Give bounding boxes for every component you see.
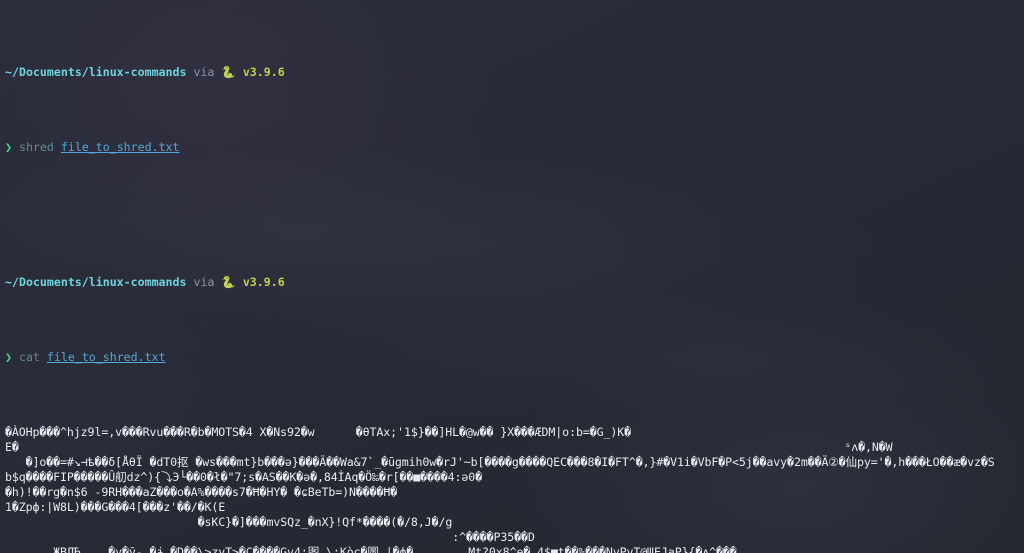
binary-output-line: E� ˢʌ�,N�W <box>5 440 1024 455</box>
python-version-badge: v3.9.6 <box>243 275 285 289</box>
binary-output-line: �sKC}�]���mvSQz_�nX}!Qf*����(�/8,J�/g <box>5 515 1024 530</box>
python-snake-icon: 🐍 <box>221 275 235 289</box>
command-name-shred: shred <box>19 140 54 154</box>
binary-output-line: 1�Zpф:|W8L)���G���4[���z'��/�K(E <box>5 500 1024 515</box>
binary-output-line: �ÀOHp���^hjz9l=,v���Rvu���R�b�MOTS�␳4 X�… <box>5 425 1024 440</box>
terminal-window[interactable]: ~/Documents/linux-commands via 🐍 v3.9.6 … <box>0 0 1024 553</box>
prompt-path: ~/Documents/linux-commands <box>5 65 186 79</box>
terminal-screen: ~/Documents/linux-commands via 🐍 v3.9.6 … <box>0 0 1024 553</box>
prompt-line-cat: ~/Documents/linux-commands via 🐍 v3.9.6 <box>5 275 1024 290</box>
binary-output-line: ЖВЛЂ �у�ў- �ɉ,�D��\>zyT>�C����Gv4;图 \;Kò… <box>5 545 1024 553</box>
command-line-shred[interactable]: ❯ shred file_to_shred.txt <box>5 140 1024 155</box>
python-version-badge: v3.9.6 <box>243 65 285 79</box>
binary-output-block: �ÀOHp���^hjz9l=,v���Rvu���R�b�MOTS�␳4 X�… <box>5 425 1024 553</box>
prompt-path: ~/Documents/linux-commands <box>5 275 186 289</box>
prompt-via-label: via <box>193 65 214 79</box>
binary-output-line: b$q����FIP�����Û舠dz^){⤵Э└��0�ł�"7;s�AS��… <box>5 470 1024 485</box>
binary-output-line: :^����РЗ5��D <box>5 530 1024 545</box>
command-line-cat[interactable]: ❯ cat file_to_shred.txt <box>5 350 1024 365</box>
prompt-via-label: via <box>193 275 214 289</box>
blank-line <box>5 200 1024 215</box>
binary-output-line: �h)!��rg�n$6 -9RH���aZ���o�A%����s7�Ħ�HY… <box>5 485 1024 500</box>
prompt-line-shred: ~/Documents/linux-commands via 🐍 v3.9.6 <box>5 65 1024 80</box>
prompt-arrow-icon: ❯ <box>5 350 12 364</box>
command-name-cat: cat <box>19 350 40 364</box>
command-argument-shred[interactable]: file_to_shred.txt <box>61 140 180 154</box>
command-argument-cat[interactable]: file_to_shred.txt <box>47 350 166 364</box>
prompt-arrow-icon: ❯ <box>5 140 12 154</box>
python-snake-icon: 🐍 <box>221 65 235 79</box>
binary-output-line: �]o��=#↘⊣ѣ��δ[ÅθÏ �dT0抠 �ws���mt}b���ə}�… <box>5 455 1024 470</box>
